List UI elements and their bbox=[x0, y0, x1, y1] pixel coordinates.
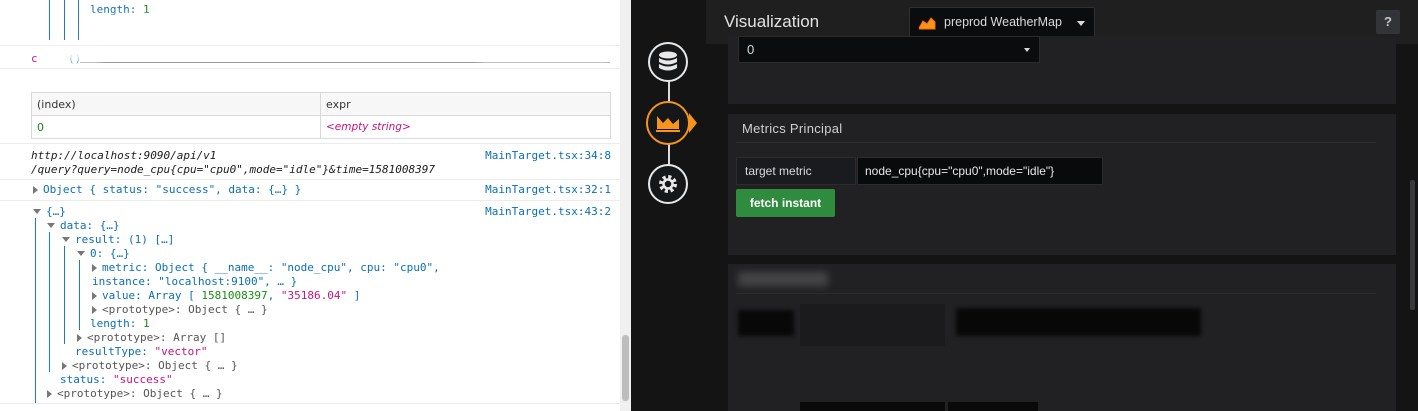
top-length-line: length: 1 bbox=[90, 3, 150, 16]
section-title: Metrics Principal bbox=[742, 121, 843, 136]
devtools-console: length: 1 c​ () (index) expr 0 <empty st… bbox=[0, 0, 631, 411]
table-header-expr: expr bbox=[320, 92, 611, 116]
visualization-picker-label: preprod WeatherMap bbox=[944, 15, 1062, 29]
console-table: (index) expr 0 <empty string> bbox=[31, 92, 611, 139]
tree-root[interactable]: {…} bbox=[33, 205, 66, 218]
target-metric-label: target metric bbox=[736, 157, 856, 185]
visualization-picker[interactable]: preprod WeatherMap bbox=[909, 7, 1095, 37]
tree-result[interactable]: result: (1) […] bbox=[62, 233, 174, 246]
expand-triangle-icon[interactable] bbox=[33, 186, 38, 194]
tree-proto-metric[interactable]: <prototype>: Object { … } bbox=[92, 303, 268, 316]
source-link-url[interactable]: MainTarget.tsx:34:8 bbox=[485, 149, 611, 162]
tree-proto-data[interactable]: <prototype>: Object { … } bbox=[62, 359, 238, 372]
url-log-line: http://localhost:9090/api/v1 /query?quer… bbox=[31, 149, 435, 176]
expand-triangle-icon[interactable] bbox=[47, 390, 52, 398]
section-header: Metrics Principal bbox=[736, 115, 1376, 143]
table-cell-expr: <empty string> bbox=[320, 115, 611, 139]
expand-triangle-icon[interactable] bbox=[92, 306, 97, 314]
redacted-section bbox=[728, 264, 1396, 411]
tree-value[interactable]: value: Array [ 1581008397, "35186.04" ] bbox=[92, 289, 360, 302]
console-scroll-thumb[interactable] bbox=[622, 335, 629, 401]
table-cell-index: 0 bbox=[31, 115, 321, 139]
tree-metric[interactable]: metric: Object { __name__: "node_cpu", c… bbox=[92, 261, 440, 274]
chevron-down-icon bbox=[1024, 48, 1030, 52]
collapse-triangle-icon[interactable] bbox=[33, 209, 41, 214]
collapse-triangle-icon[interactable] bbox=[77, 251, 85, 256]
target-metric-input[interactable]: node_cpu{cpu="cpu0",mode="idle"} bbox=[857, 157, 1103, 185]
value-select[interactable]: 0 bbox=[738, 36, 1040, 63]
database-icon bbox=[659, 51, 677, 71]
area-chart-icon bbox=[656, 116, 680, 132]
gear-icon bbox=[659, 175, 677, 193]
source-link-tree[interactable]: MainTarget.tsx:43:2 bbox=[485, 205, 611, 218]
active-step-arrow bbox=[689, 113, 697, 133]
tree-proto-root[interactable]: <prototype>: Object { … } bbox=[47, 387, 223, 400]
collapse-triangle-icon[interactable] bbox=[62, 237, 70, 242]
table-header-index: (index) bbox=[31, 92, 321, 116]
tree-proto-array[interactable]: <prototype>: Array [] bbox=[77, 331, 226, 344]
grafana-panel-editor: Visualization preprod WeatherMap ? 0 Met… bbox=[631, 0, 1418, 411]
general-settings-tab[interactable] bbox=[648, 164, 688, 204]
tree-status: status: "success" bbox=[60, 373, 173, 386]
options-section-top: 0 bbox=[728, 36, 1396, 104]
chevron-down-icon bbox=[1077, 21, 1085, 26]
visualization-title: Visualization bbox=[724, 12, 820, 31]
object-summary[interactable]: Object { status: "success", data: {…} } bbox=[33, 183, 301, 196]
tree-result-type: resultType: "vector" bbox=[75, 345, 208, 358]
metrics-principal-section: Metrics Principal target metric node_cpu… bbox=[728, 114, 1396, 255]
visualization-tab[interactable] bbox=[646, 101, 690, 145]
tree-instance: instance: "localhost:9100", … } bbox=[92, 275, 298, 288]
tree-length: length: 1 bbox=[90, 317, 150, 330]
tree-item-0[interactable]: 0: {…} bbox=[77, 247, 130, 260]
source-link-object[interactable]: MainTarget.tsx:32:1 bbox=[485, 183, 611, 196]
expand-triangle-icon[interactable] bbox=[77, 334, 82, 342]
collapse-triangle-icon[interactable] bbox=[47, 223, 55, 228]
expand-triangle-icon[interactable] bbox=[92, 264, 97, 272]
queries-tab[interactable] bbox=[648, 42, 688, 82]
weathermap-icon bbox=[918, 17, 936, 30]
help-button[interactable]: ? bbox=[1376, 10, 1400, 34]
redacted-log-line-1: c​ bbox=[31, 52, 38, 65]
expand-triangle-icon[interactable] bbox=[92, 292, 97, 300]
fetch-instant-button[interactable]: fetch instant bbox=[736, 189, 835, 217]
editor-scrollbar[interactable] bbox=[1410, 180, 1415, 310]
tree-data[interactable]: data: {…} bbox=[47, 219, 120, 232]
value-select-value: 0 bbox=[747, 42, 755, 57]
console-scrollbar[interactable] bbox=[620, 0, 631, 411]
expand-triangle-icon[interactable] bbox=[62, 362, 67, 370]
